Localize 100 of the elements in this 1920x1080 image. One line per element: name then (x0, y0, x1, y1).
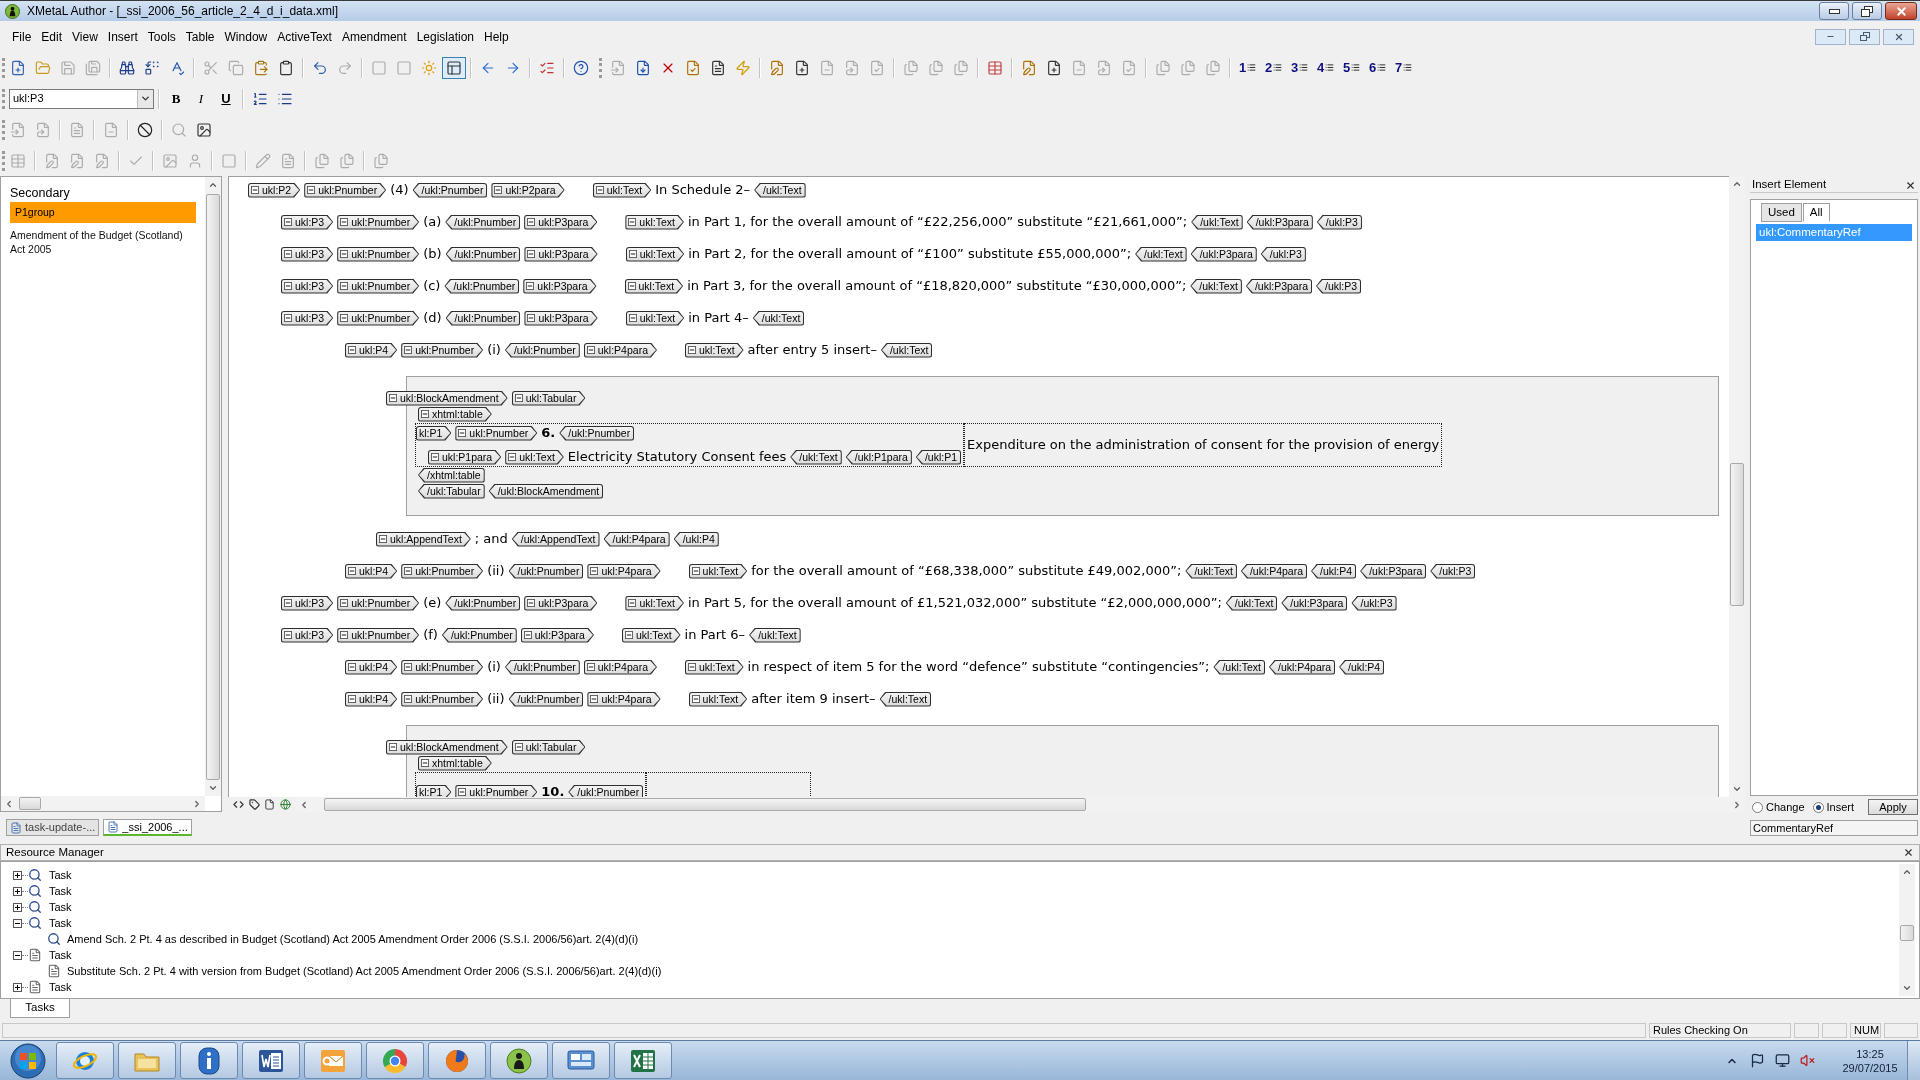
end-tag[interactable]: /ukl:Text (879, 691, 932, 707)
collapse-icon[interactable] (628, 599, 637, 607)
end-tag[interactable]: /ukl:Text (1185, 563, 1237, 579)
table-icon[interactable] (987, 59, 1003, 76)
menu-item[interactable]: Insert (102, 27, 143, 46)
panel-tab[interactable]: Used (1761, 203, 1802, 222)
scroll-down-icon[interactable] (208, 783, 218, 793)
close-button[interactable] (1885, 2, 1917, 20)
end-tag[interactable]: /ukl:Text (752, 310, 805, 326)
end-tag[interactable]: /ukl:Text (1213, 659, 1265, 675)
end-tag[interactable]: /ukl:P3 (1351, 595, 1397, 611)
start-tag[interactable]: ukl:Pnumber (337, 595, 420, 611)
taskbar-button[interactable] (180, 1042, 238, 1079)
menu-item[interactable]: File (7, 27, 37, 46)
start-tag[interactable]: ukl:P4para (587, 563, 661, 579)
start-tag[interactable]: ukl:P4 (345, 563, 398, 579)
tree-item[interactable]: Amend Sch. 2 Pt. 4 as described in Budget (Scotland) Act 2005 Amendment Order 2006 (S.S.I. 2006/56)art. 2(4)(d)(i) (67, 930, 639, 948)
collapse-icon[interactable] (458, 429, 467, 437)
start-tag[interactable]: ukl:P2para (491, 182, 565, 198)
tree-item[interactable]: Task (49, 898, 72, 916)
start-tag[interactable]: ukl:Text (625, 214, 684, 230)
start-tag[interactable]: ukl:P3para (524, 246, 598, 262)
end-tag[interactable]: /ukl:P3para (1246, 214, 1313, 230)
collapse-icon[interactable] (340, 314, 349, 322)
underline-button[interactable]: U (214, 87, 238, 110)
scroll-right-icon[interactable] (192, 798, 202, 809)
end-tag[interactable]: /ukl:Text (749, 627, 801, 643)
grip-icon[interactable] (2, 119, 5, 140)
scroll-thumb[interactable] (206, 194, 220, 780)
collapse-icon[interactable] (527, 250, 536, 258)
collapse-icon[interactable] (688, 346, 696, 354)
collapse-icon[interactable] (340, 218, 349, 226)
collapse-icon[interactable] (284, 631, 292, 639)
menu-item[interactable]: Table (180, 27, 220, 46)
start-tag[interactable]: ukl:Text (688, 563, 748, 579)
start-tag[interactable]: ukl:P3 (281, 246, 334, 262)
collapse-icon[interactable] (284, 599, 292, 607)
show-desktop-button[interactable] (1907, 1041, 1920, 1080)
start-tag[interactable]: ukl:P2 (248, 182, 301, 198)
start-tag[interactable]: ukl:Pnumber (337, 278, 420, 294)
end-tag[interactable]: /ukl:Pnumber (508, 691, 584, 707)
end-tag[interactable]: /ukl:Text (1191, 214, 1243, 230)
start-tag[interactable]: ukl:P4para (583, 659, 657, 675)
start-tag[interactable]: ukl:P3para (524, 214, 598, 230)
tag-icon[interactable] (248, 799, 260, 810)
collapse-icon[interactable] (628, 250, 637, 258)
close-icon[interactable] (1903, 847, 1914, 858)
document-close-button[interactable] (1883, 28, 1914, 45)
collapse-icon[interactable] (527, 218, 536, 226)
document-tab[interactable]: _ssi_2006_... (103, 819, 192, 836)
menu-item[interactable]: Legislation (411, 27, 479, 46)
bold-button[interactable]: B (164, 87, 188, 110)
collapse-icon[interactable] (404, 663, 413, 671)
start-tag[interactable]: ukl:P4para (587, 691, 661, 707)
start-tag[interactable]: ukl:Text (621, 627, 681, 643)
document-tab[interactable]: task-update-... (6, 819, 100, 836)
new-file-icon[interactable] (10, 59, 26, 76)
file-text-icon[interactable] (710, 59, 726, 76)
collapse-icon[interactable] (628, 314, 637, 322)
start-tag[interactable]: ukl:Text (624, 278, 684, 294)
collapse-icon[interactable] (595, 186, 604, 194)
scroll-thumb[interactable] (19, 797, 41, 810)
heading-level-button[interactable]: 2 (1261, 56, 1286, 79)
start-tag[interactable]: ukl:Pnumber (401, 563, 484, 579)
collapse-icon[interactable] (527, 599, 536, 607)
collapse-icon[interactable] (691, 567, 700, 575)
tree-item[interactable]: Task (49, 866, 72, 884)
collapse-icon[interactable] (590, 567, 599, 575)
collapse-icon[interactable] (284, 218, 292, 226)
collapse-icon[interactable] (514, 394, 523, 402)
tree-item[interactable]: Task (49, 914, 72, 932)
image-icon[interactable] (196, 121, 212, 138)
end-tag[interactable]: /ukl:Pnumber (445, 595, 521, 611)
globe-icon[interactable] (279, 799, 291, 810)
collapse-icon[interactable] (340, 599, 349, 607)
end-tag[interactable]: /ukl:Pnumber (412, 182, 488, 198)
end-tag[interactable]: /ukl:P3 (1316, 214, 1362, 230)
binoculars-icon[interactable] (119, 59, 135, 76)
help-icon[interactable] (573, 59, 589, 76)
start-tag[interactable]: ukl:Text (688, 691, 748, 707)
menu-item[interactable]: ActiveText (272, 27, 337, 46)
collapse-icon[interactable] (586, 663, 595, 671)
start-tag[interactable]: ukl:P3para (524, 310, 598, 326)
end-tag[interactable]: /ukl:Pnumber (445, 246, 521, 262)
start-tag[interactable]: ukl:Pnumber (337, 214, 420, 230)
tree-item[interactable]: Task (49, 882, 72, 900)
scroll-thumb[interactable] (324, 798, 1086, 811)
start-tag[interactable]: xhtml:table (418, 755, 492, 771)
file-plus-icon[interactable] (794, 59, 810, 76)
radio-option[interactable]: Insert (1812, 798, 1855, 816)
heading-level-button[interactable]: 7 (1391, 56, 1416, 79)
file-arrow-down-icon[interactable] (635, 59, 651, 76)
scroll-down-icon[interactable] (1732, 784, 1742, 794)
start-tag[interactable]: ukl:Tabular (511, 390, 586, 406)
end-tag[interactable]: /ukl:Text (1190, 278, 1242, 294)
heading-level-button[interactable]: 3 (1287, 56, 1312, 79)
page-icon[interactable] (264, 799, 276, 810)
vertical-scrollbar[interactable] (1899, 864, 1915, 996)
collapse-icon[interactable] (284, 250, 292, 258)
expand-icon[interactable] (13, 902, 22, 912)
